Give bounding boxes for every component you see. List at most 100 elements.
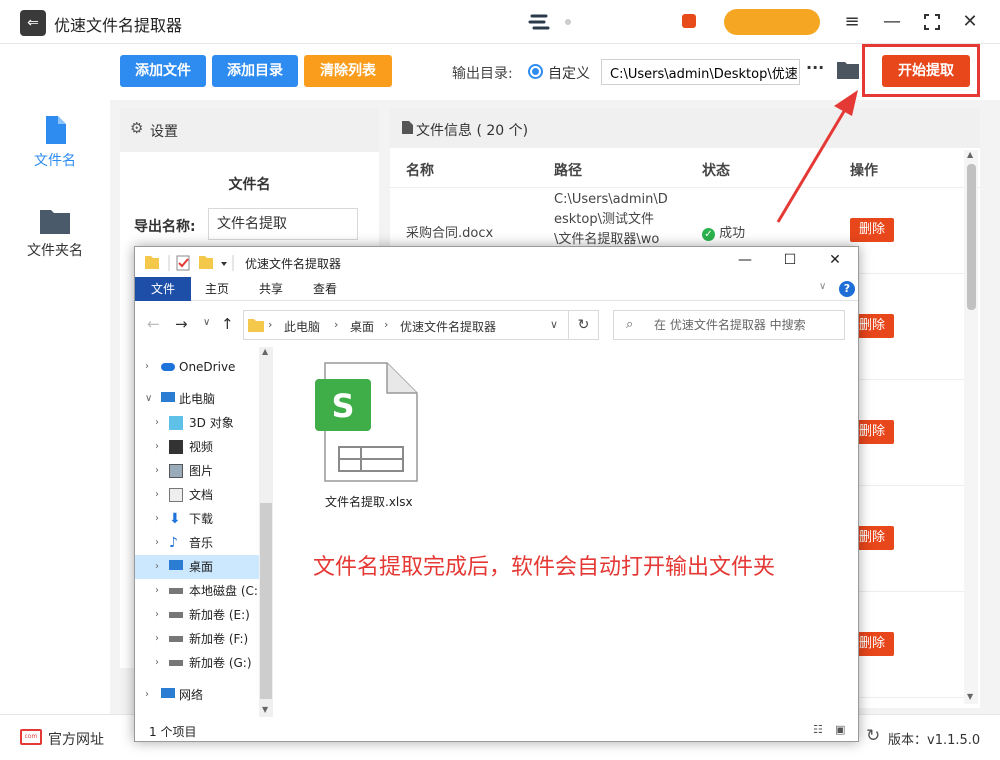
file-name-label: 文件名提取.xlsx [325,495,413,509]
nav-item-music[interactable]: › ♪ 音乐 [135,531,259,555]
large-icons-view-icon[interactable]: ▣ [835,723,845,736]
scroll-thumb[interactable] [967,164,976,310]
ribbon-tab-home[interactable]: 主页 [191,277,243,301]
search-input[interactable]: ⌕ 在 优速文件名提取器 中搜索 [613,310,845,340]
nav-scroll-thumb[interactable] [260,503,272,699]
details-view-icon[interactable]: ☷ [813,723,823,736]
scroll-down-icon[interactable]: ▼ [967,692,973,701]
desktop-icon [169,560,183,570]
film-icon [169,440,183,454]
document-icon [169,488,183,502]
nav-item-volume-e[interactable]: › 新加卷 (E:) [135,603,259,627]
drive-icon [169,636,183,642]
nav-item-volume-g[interactable]: › 新加卷 (G:) [135,651,259,675]
scroll-up-icon[interactable]: ▲ [967,150,973,159]
clear-list-button[interactable]: 清除列表 [304,55,392,87]
add-directory-button[interactable]: 添加目录 [212,55,298,87]
nav-item-local-disk-c[interactable]: › 本地磁盘 (C:) [135,579,263,603]
custom-radio-label[interactable]: 自定义 [548,63,590,83]
delete-button[interactable]: 删除 [850,218,894,242]
help-icon[interactable]: ? [839,281,855,297]
ribbon-tab-view[interactable]: 查看 [299,277,351,301]
promo-logo-icon[interactable] [528,10,588,34]
app-logo-icon: ⇐ [20,10,46,36]
sidebar-item-foldername[interactable]: 文件夹名 [0,208,110,260]
nav-item-volume-f[interactable]: › 新加卷 (F:) [135,627,259,651]
drive-icon [169,612,183,618]
col-action: 操作 [850,163,878,179]
custom-radio[interactable] [528,64,543,79]
vip-pill-button[interactable] [724,9,820,35]
address-bar[interactable]: › 此电脑 › 桌面 › 优速文件名提取器 ∨ [243,310,569,340]
nav-item-onedrive[interactable]: › OneDrive [135,355,259,379]
close-icon[interactable]: ✕ [958,10,982,34]
website-link[interactable]: 官方网址 [48,729,104,749]
quick-access-icons[interactable] [143,253,238,273]
menu-icon[interactable]: ≡ [840,10,864,34]
refresh-icon[interactable]: ↻ [569,310,599,340]
excel-file-icon: S [315,362,418,482]
explorer-titlebar: 优速文件名提取器 — ☐ ✕ [135,247,858,277]
output-path-input[interactable] [601,59,800,85]
explorer-window: 优速文件名提取器 — ☐ ✕ 文件 主页 共享 查看 ∨ ? ← → ∨ ↑ ›… [134,246,859,742]
explorer-close-icon[interactable]: ✕ [825,252,845,268]
refresh-version-icon: ↻ [866,726,881,746]
ribbon-tab-share[interactable]: 共享 [245,277,297,301]
export-name-input[interactable]: 文件名提取 [208,208,358,240]
file-item[interactable]: S [305,359,425,509]
explorer-maximize-icon[interactable]: ☐ [780,252,800,268]
file-list-scrollbar[interactable]: ▲ ▼ [964,150,978,704]
recent-dropdown-icon[interactable]: ∨ [203,317,210,328]
nav-item-downloads[interactable]: › ⬇ 下载 [135,507,259,531]
nav-item-pictures[interactable]: › 图片 [135,459,259,483]
sidebar-item-filename[interactable]: 文件名 [0,116,110,170]
explorer-statusbar: 1 个项目 ☷ ▣ [135,719,858,741]
settings-subtitle: 文件名 [228,177,271,193]
more-options-button[interactable]: ··· [806,58,824,77]
start-extract-button[interactable]: 开始提取 [882,55,970,87]
network-icon [161,688,175,698]
minimize-icon[interactable]: — [880,10,904,34]
picture-icon [169,464,183,478]
nav-item-network[interactable]: › 网络 [135,683,259,707]
explorer-ribbon: 文件 主页 共享 查看 ∨ ? [135,277,858,301]
back-icon[interactable]: ← [147,315,160,333]
success-check-icon: ✓ [702,228,715,241]
cloud-icon [161,363,175,371]
gear-icon: ⚙ [130,119,144,137]
address-dropdown-icon[interactable]: ∨ [550,318,558,331]
ribbon-tab-file[interactable]: 文件 [135,277,191,301]
nav-item-videos[interactable]: › 视频 [135,435,259,459]
completion-caption: 文件名提取完成后，软件会自动打开输出文件夹 [313,555,776,580]
file-info-header: 文件信息 ( 20 个) [390,108,980,148]
nav-item-this-pc[interactable]: ∨ 此电脑 [135,387,259,411]
music-icon: ♪ [169,535,178,551]
export-name-label: 导出名称: [134,219,196,235]
promo-badge[interactable] [682,14,696,28]
drive-icon [169,660,183,666]
nav-item-3d-objects[interactable]: › 3D 对象 [135,411,259,435]
maximize-icon[interactable] [920,10,944,34]
explorer-minimize-icon[interactable]: — [735,252,755,268]
open-folder-icon[interactable] [837,61,859,79]
forward-icon[interactable]: → [175,315,188,333]
nav-scroll-down-icon[interactable]: ▼ [262,705,268,714]
version-label: 版本：v1.1.5.0 [888,733,981,748]
output-dir-label: 输出目录: [452,66,513,82]
file-icon [46,116,66,144]
item-count: 1 个项目 [149,725,197,739]
breadcrumb-desktop[interactable]: 桌面 [350,318,374,335]
nav-scroll-up-icon[interactable]: ▲ [262,347,268,356]
sidebar: 文件名 文件夹名 [0,44,110,714]
up-icon[interactable]: ↑ [221,315,234,333]
nav-item-desktop[interactable]: › 桌面 [135,555,259,579]
breadcrumb-this-pc[interactable]: 此电脑 [284,318,320,335]
svg-text:S: S [331,387,354,425]
toolbar: 添加文件 添加目录 清除列表 输出目录: 自定义 ··· 开始提取 [110,44,1000,100]
breadcrumb-folder[interactable]: 优速文件名提取器 [400,318,496,335]
nav-item-documents[interactable]: › 文档 [135,483,259,507]
computer-icon [161,392,175,402]
ribbon-expand-icon[interactable]: ∨ [819,281,826,292]
add-file-button[interactable]: 添加文件 [120,55,206,87]
nav-scrollbar[interactable]: ▲ ▼ [259,347,273,717]
